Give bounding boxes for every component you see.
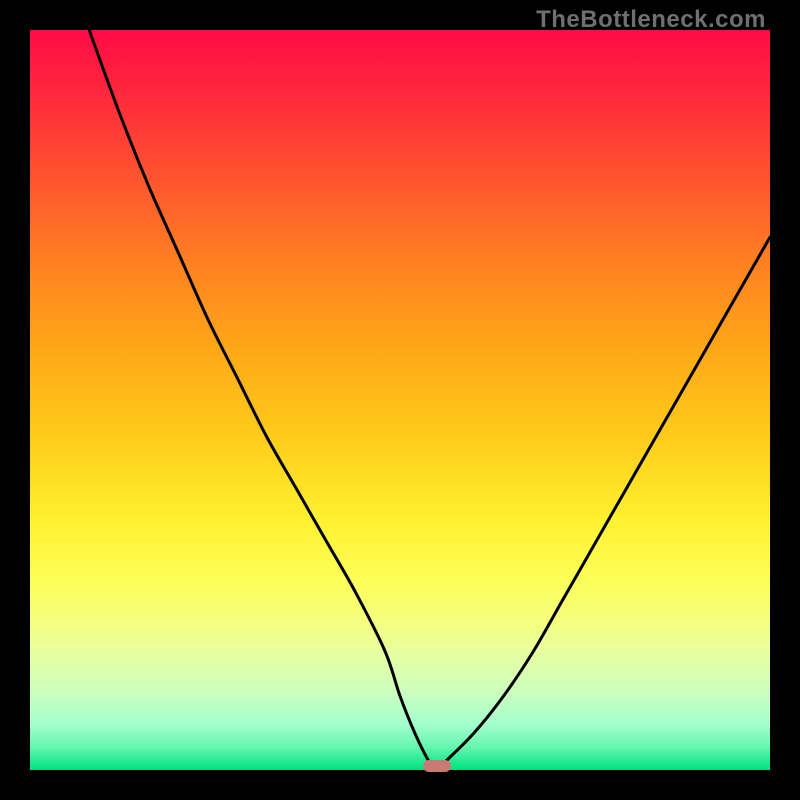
optimal-marker xyxy=(423,760,451,772)
plot-area xyxy=(30,30,770,770)
chart-frame: TheBottleneck.com xyxy=(0,0,800,800)
bottleneck-curve xyxy=(30,30,770,770)
